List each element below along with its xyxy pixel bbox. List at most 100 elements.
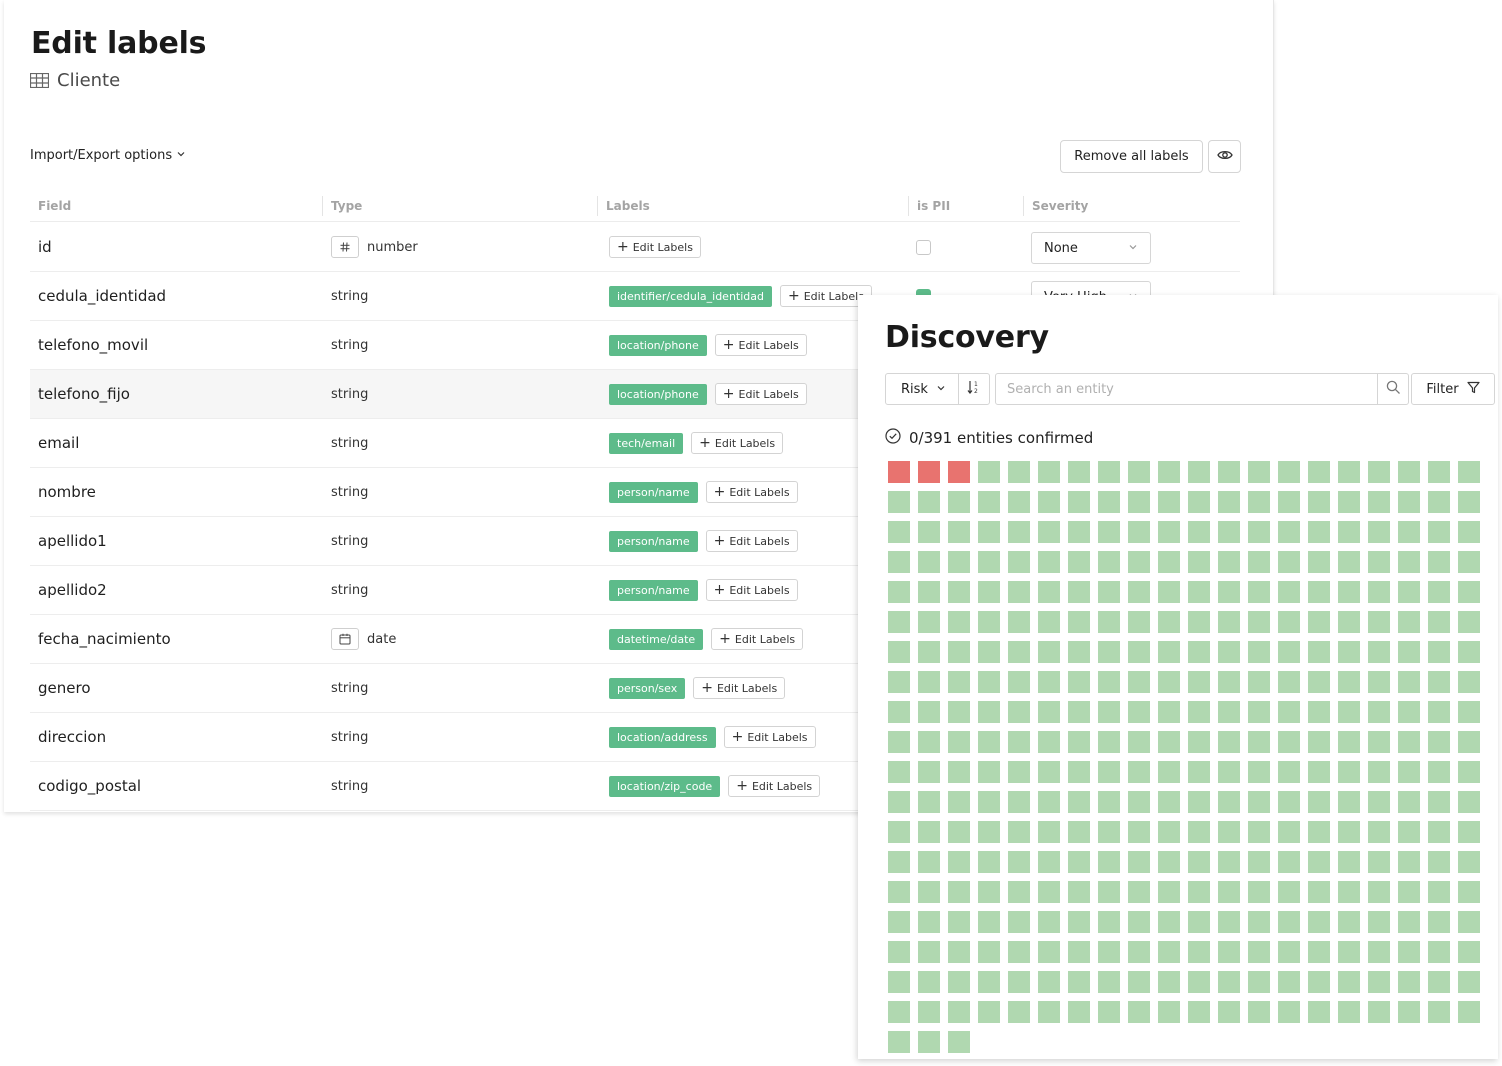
entity-cell[interactable] xyxy=(1128,851,1150,873)
entity-cell[interactable] xyxy=(1068,491,1090,513)
entity-cell[interactable] xyxy=(1278,1001,1300,1023)
entity-cell[interactable] xyxy=(1218,911,1240,933)
entity-cell[interactable] xyxy=(978,731,1000,753)
entity-cell[interactable] xyxy=(1068,551,1090,573)
entity-cell[interactable] xyxy=(1278,971,1300,993)
entity-cell[interactable] xyxy=(1128,551,1150,573)
entity-cell[interactable] xyxy=(1008,941,1030,963)
entity-cell[interactable] xyxy=(918,731,940,753)
entity-cell[interactable] xyxy=(1278,461,1300,483)
entity-cell[interactable] xyxy=(1368,611,1390,633)
entity-cell[interactable] xyxy=(888,851,910,873)
entity-cell[interactable] xyxy=(1278,701,1300,723)
entity-cell[interactable] xyxy=(1218,851,1240,873)
entity-cell[interactable] xyxy=(1428,461,1450,483)
label-tag[interactable]: person/name xyxy=(609,579,698,601)
entity-cell[interactable] xyxy=(1038,671,1060,693)
entity-cell[interactable] xyxy=(1428,851,1450,873)
entity-cell[interactable] xyxy=(1038,461,1060,483)
entity-cell[interactable] xyxy=(1278,611,1300,633)
entity-cell[interactable] xyxy=(978,521,1000,543)
entity-cell[interactable] xyxy=(1068,581,1090,603)
entity-cell[interactable] xyxy=(948,941,970,963)
entity-cell[interactable] xyxy=(1398,1001,1420,1023)
entity-cell[interactable] xyxy=(918,641,940,663)
entity-cell[interactable] xyxy=(1068,911,1090,933)
label-tag[interactable]: person/name xyxy=(609,481,698,503)
edit-labels-button[interactable]: + Edit Labels xyxy=(691,432,784,454)
entity-cell[interactable] xyxy=(1398,671,1420,693)
entity-cell[interactable] xyxy=(1068,461,1090,483)
entity-cell[interactable] xyxy=(948,821,970,843)
entity-cell[interactable] xyxy=(1098,701,1120,723)
entity-cell[interactable] xyxy=(948,551,970,573)
entity-cell[interactable] xyxy=(1278,641,1300,663)
entity-cell[interactable] xyxy=(1008,971,1030,993)
entity-cell[interactable] xyxy=(888,641,910,663)
entity-cell[interactable] xyxy=(1458,821,1480,843)
entity-cell[interactable] xyxy=(1368,491,1390,513)
entity-cell[interactable] xyxy=(1218,491,1240,513)
entity-cell[interactable] xyxy=(1098,671,1120,693)
entity-cell[interactable] xyxy=(1068,611,1090,633)
entity-cell[interactable] xyxy=(1308,521,1330,543)
entity-cell[interactable] xyxy=(1038,791,1060,813)
entity-cell[interactable] xyxy=(978,491,1000,513)
entity-cell[interactable] xyxy=(1278,821,1300,843)
entity-cell[interactable] xyxy=(1308,791,1330,813)
entity-cell[interactable] xyxy=(1428,911,1450,933)
entity-cell[interactable] xyxy=(1128,731,1150,753)
entity-cell[interactable] xyxy=(1278,551,1300,573)
entity-cell[interactable] xyxy=(1068,941,1090,963)
entity-cell[interactable] xyxy=(948,791,970,813)
entity-cell[interactable] xyxy=(1458,731,1480,753)
entity-cell[interactable] xyxy=(1158,761,1180,783)
entity-cell[interactable] xyxy=(1218,671,1240,693)
entity-cell[interactable] xyxy=(978,1001,1000,1023)
entity-cell[interactable] xyxy=(1398,581,1420,603)
entity-cell[interactable] xyxy=(1398,731,1420,753)
entity-cell[interactable] xyxy=(888,941,910,963)
entity-cell[interactable] xyxy=(1158,971,1180,993)
entity-cell[interactable] xyxy=(1278,851,1300,873)
entity-cell[interactable] xyxy=(978,701,1000,723)
entity-cell[interactable] xyxy=(1278,521,1300,543)
filter-button[interactable]: Filter xyxy=(1411,373,1495,405)
entity-cell[interactable] xyxy=(1158,911,1180,933)
entity-cell[interactable] xyxy=(1428,701,1450,723)
entity-cell[interactable] xyxy=(1368,551,1390,573)
entity-cell[interactable] xyxy=(1158,701,1180,723)
entity-cell[interactable] xyxy=(1008,761,1030,783)
entity-cell[interactable] xyxy=(1038,881,1060,903)
edit-labels-button[interactable]: + Edit Labels xyxy=(728,775,821,797)
entity-cell[interactable] xyxy=(1098,761,1120,783)
entity-cell[interactable] xyxy=(1368,791,1390,813)
edit-labels-button[interactable]: + Edit Labels xyxy=(714,383,807,405)
entity-cell[interactable] xyxy=(1128,641,1150,663)
entity-cell[interactable] xyxy=(1008,821,1030,843)
label-tag[interactable]: location/phone xyxy=(609,383,707,405)
entity-cell[interactable] xyxy=(1428,941,1450,963)
entity-cell[interactable] xyxy=(1008,911,1030,933)
entity-cell[interactable] xyxy=(1008,701,1030,723)
entity-cell[interactable] xyxy=(1368,911,1390,933)
entity-cell[interactable] xyxy=(1098,1001,1120,1023)
entity-cell[interactable] xyxy=(1068,521,1090,543)
entity-cell[interactable] xyxy=(1338,1001,1360,1023)
entity-cell[interactable] xyxy=(918,851,940,873)
entity-cell[interactable] xyxy=(1428,641,1450,663)
entity-cell[interactable] xyxy=(888,911,910,933)
entity-cell[interactable] xyxy=(1218,551,1240,573)
entity-cell[interactable] xyxy=(1158,851,1180,873)
entity-cell[interactable] xyxy=(1308,1001,1330,1023)
entity-cell[interactable] xyxy=(1398,611,1420,633)
entity-cell[interactable] xyxy=(1158,641,1180,663)
entity-cell[interactable] xyxy=(888,791,910,813)
entity-search-input[interactable] xyxy=(995,373,1378,405)
entity-cell[interactable] xyxy=(1278,491,1300,513)
entity-cell-high-risk[interactable] xyxy=(888,461,910,483)
entity-cell[interactable] xyxy=(1248,1001,1270,1023)
entity-cell[interactable] xyxy=(978,461,1000,483)
entity-cell[interactable] xyxy=(1248,491,1270,513)
entity-cell[interactable] xyxy=(1038,551,1060,573)
